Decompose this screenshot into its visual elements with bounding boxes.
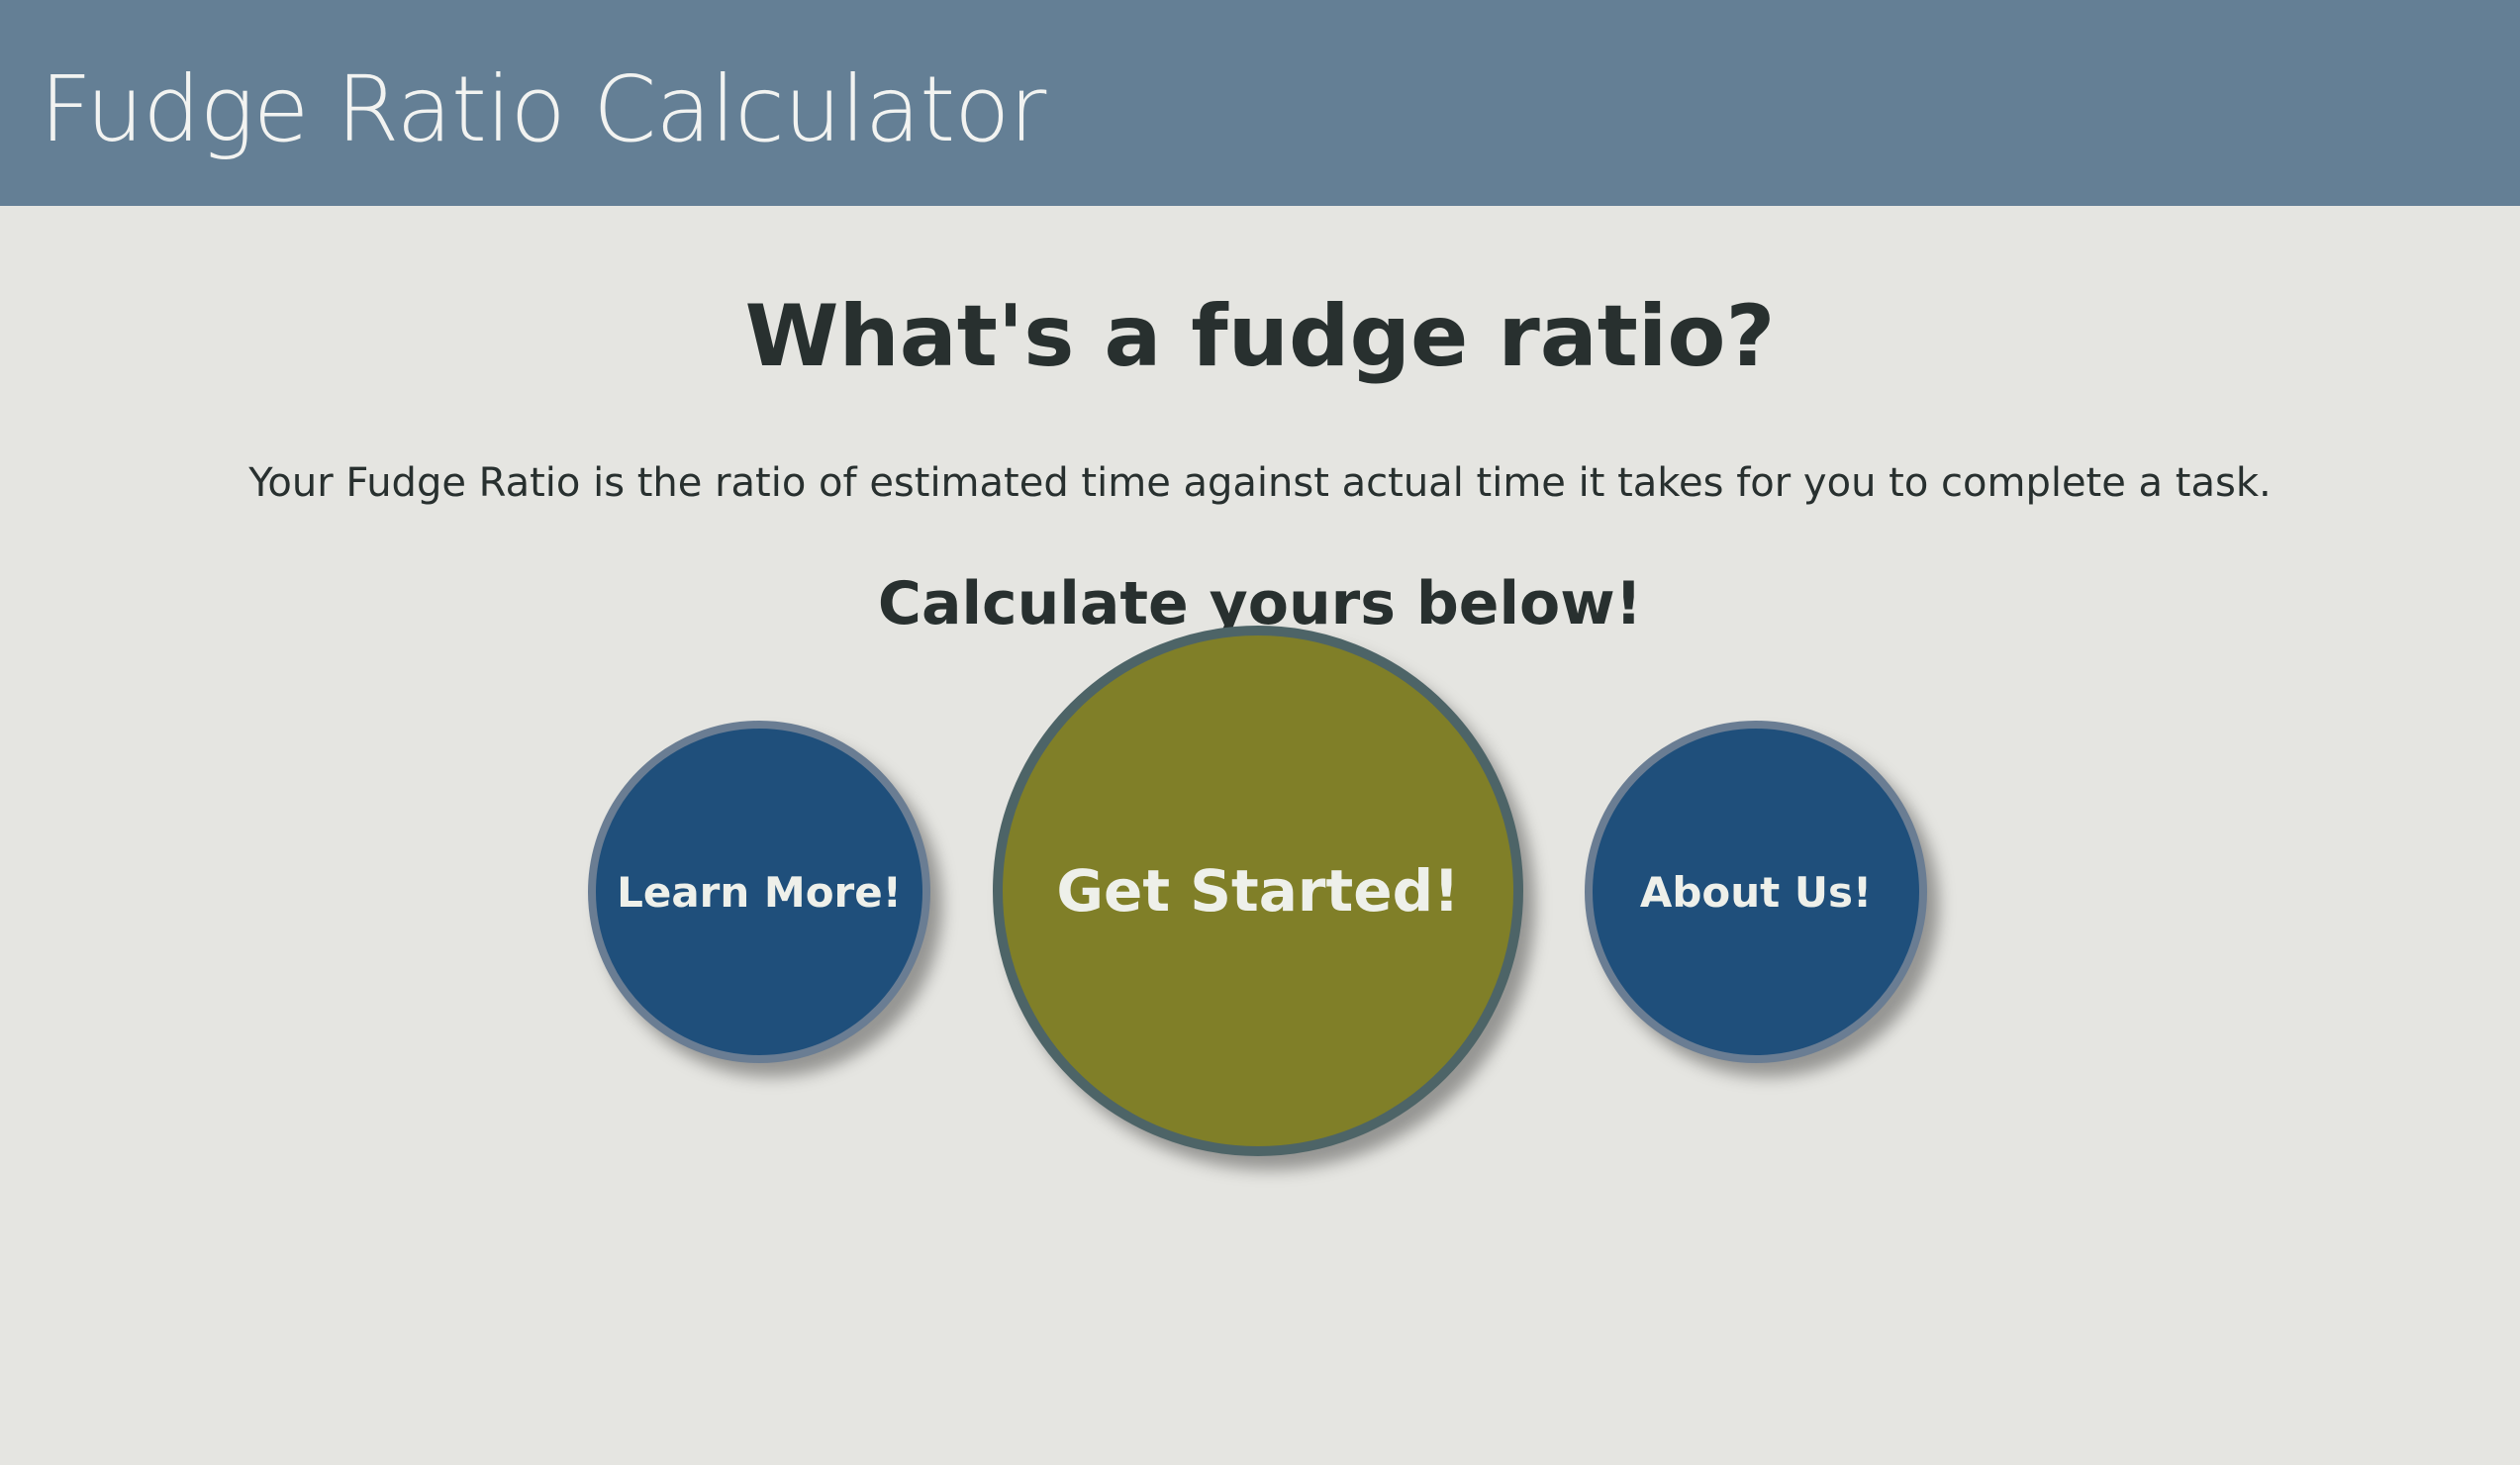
app-title: Fudge Ratio Calculator <box>40 56 1046 162</box>
about-us-button[interactable]: About Us! <box>1585 721 1927 1063</box>
about-us-label: About Us! <box>1639 867 1873 917</box>
get-started-label: Get Started! <box>1056 857 1460 925</box>
get-started-button[interactable]: Get Started! <box>993 626 1523 1156</box>
site-header: Fudge Ratio Calculator <box>0 0 2520 206</box>
learn-more-button[interactable]: Learn More! <box>588 721 930 1063</box>
page-title: What's a fudge ratio? <box>744 287 1776 386</box>
intro-description: Your Fudge Ratio is the ratio of estimat… <box>248 460 2272 506</box>
learn-more-label: Learn More! <box>617 867 902 917</box>
